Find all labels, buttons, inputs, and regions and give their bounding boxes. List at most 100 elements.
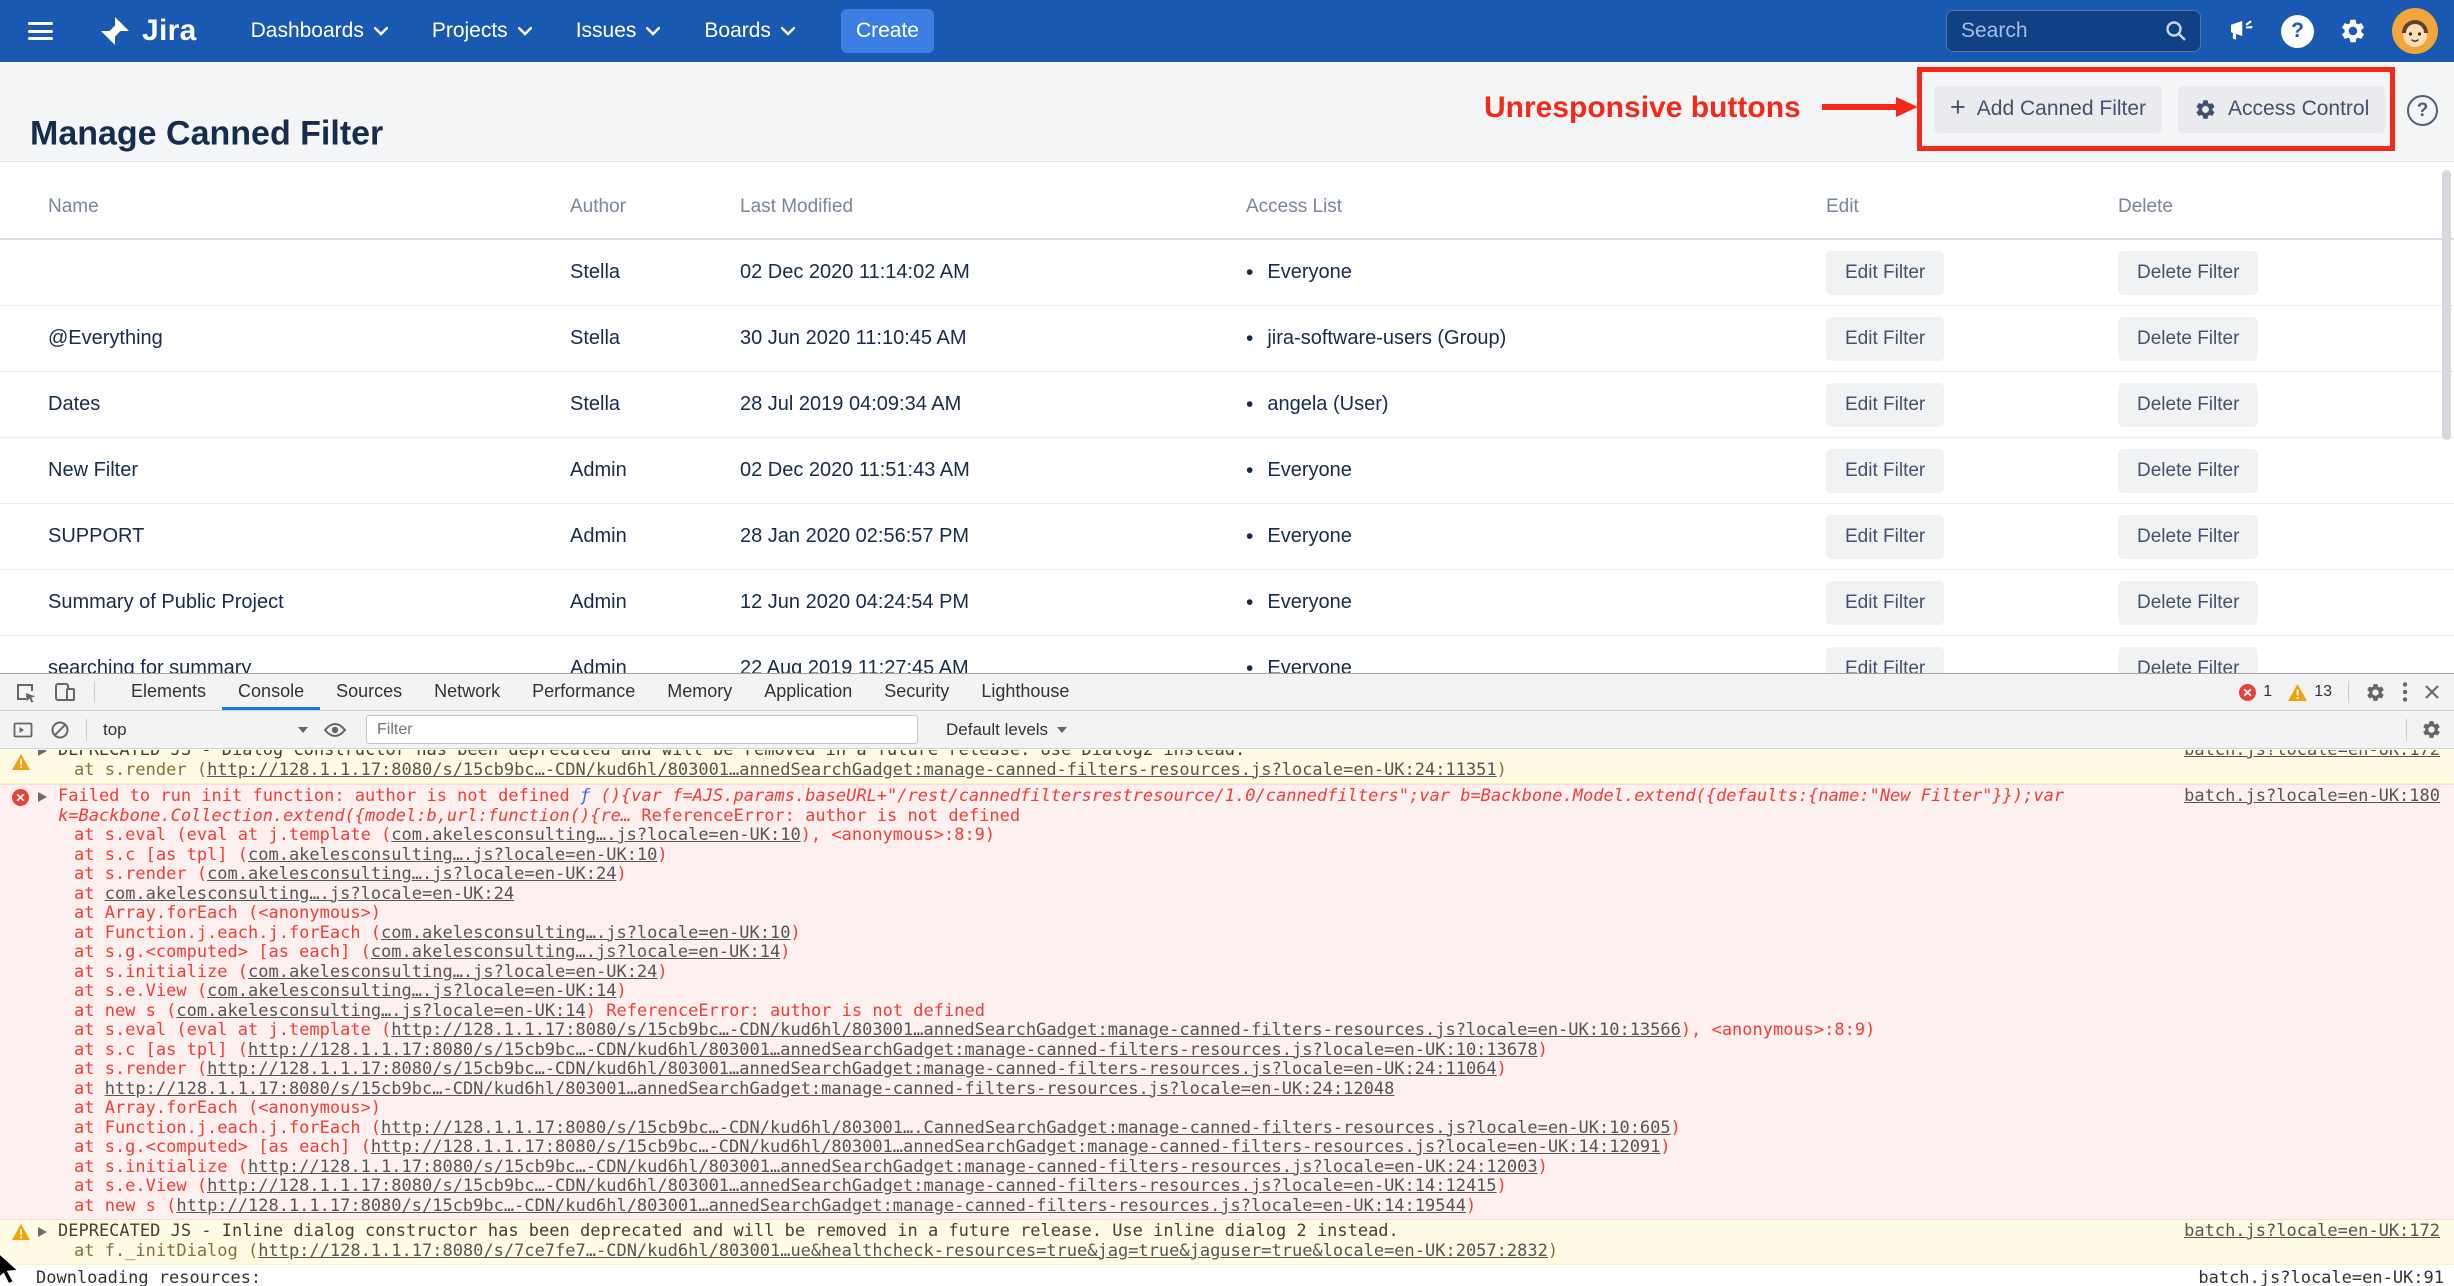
tab-lighthouse[interactable]: Lighthouse [965, 674, 1085, 710]
console-source-link[interactable]: http://128.1.1.17:8080/s/15cb9bc…-CDN/ku… [391, 1020, 1681, 1040]
hamburger-menu-icon[interactable] [28, 22, 53, 40]
bullet-icon: • [1246, 526, 1253, 547]
console-source-link[interactable]: http://128.1.1.17:8080/s/15cb9bc…-CDN/ku… [207, 1176, 1497, 1196]
console-filter-input[interactable] [366, 715, 918, 744]
tab-elements[interactable]: Elements [115, 674, 222, 710]
access-control-button[interactable]: Access Control [2178, 86, 2385, 133]
edit-filter-button[interactable]: Edit Filter [1826, 581, 1944, 625]
nav-menu-boards[interactable]: Boards [704, 19, 795, 43]
console-source-link[interactable]: http://128.1.1.17:8080/s/15cb9bc…-CDN/ku… [381, 1118, 1671, 1138]
console-source-link[interactable]: com.akelesconsulting….js?locale=en-UK:14 [371, 942, 780, 962]
expand-caret-icon[interactable] [38, 792, 47, 802]
edit-filter-button[interactable]: Edit Filter [1826, 515, 1944, 559]
edit-filter-button[interactable]: Edit Filter [1826, 251, 1944, 295]
jira-logo[interactable]: Jira [97, 13, 197, 49]
clear-console-icon[interactable] [50, 720, 70, 740]
warning-count-badge[interactable]: 13 [2288, 683, 2332, 701]
console-source-link[interactable]: com.akelesconsulting….js?locale=en-UK:14 [207, 981, 616, 1001]
edit-filter-button[interactable]: Edit Filter [1826, 647, 1944, 674]
bullet-icon: • [1246, 394, 1253, 415]
page-help-icon[interactable]: ? [2407, 95, 2438, 126]
expand-caret-icon[interactable] [38, 1227, 47, 1237]
table-row: @EverythingStella30 Jun 2020 11:10:45 AM… [0, 306, 2454, 372]
console-source-link[interactable]: http://128.1.1.17:8080/s/15cb9bc…-CDN/ku… [176, 1196, 1466, 1216]
console-settings-icon[interactable] [2421, 719, 2442, 740]
error-icon [2239, 684, 2256, 701]
page-scrollbar[interactable] [2442, 170, 2451, 440]
delete-filter-button[interactable]: Delete Filter [2118, 317, 2258, 361]
access-label: Everyone [1267, 657, 1352, 673]
inspect-element-icon[interactable] [14, 681, 36, 703]
console-source-link[interactable]: http://128.1.1.17:8080/s/15cb9bc…-CDN/ku… [207, 760, 1497, 780]
tab-console[interactable]: Console [222, 674, 320, 710]
console-text: ) [616, 864, 626, 884]
nav-menu-issues[interactable]: Issues [576, 19, 661, 43]
edit-filter-button[interactable]: Edit Filter [1826, 383, 1944, 427]
console-message-error: batch.js?locale=en-UK:180Failed to run i… [0, 784, 2454, 1220]
delete-filter-button[interactable]: Delete Filter [2118, 383, 2258, 427]
tab-security[interactable]: Security [868, 674, 965, 710]
error-count-badge[interactable]: 1 [2239, 683, 2272, 701]
search-box[interactable] [1946, 10, 2201, 52]
tab-sources[interactable]: Sources [320, 674, 418, 710]
avatar[interactable] [2392, 8, 2438, 54]
delete-filter-button[interactable]: Delete Filter [2118, 581, 2258, 625]
access-list-cell: •jira-software-users (Group) [1246, 327, 1826, 350]
console-text: at s.e.View ( [74, 981, 207, 1001]
gear-icon[interactable] [2339, 17, 2367, 45]
console-text: at s.initialize ( [74, 1157, 248, 1177]
delete-filter-button[interactable]: Delete Filter [2118, 647, 2258, 674]
console-source-link[interactable]: http://128.1.1.17:8080/s/15cb9bc…-CDN/ku… [371, 1137, 1661, 1157]
console-sidebar-icon[interactable] [12, 719, 34, 741]
console-source-link[interactable]: com.akelesconsulting….js?locale=en-UK:10 [381, 923, 790, 943]
console-source-link[interactable]: http://128.1.1.17:8080/s/7ce7fe7…-CDN/ku… [258, 1241, 1548, 1261]
nav-menu-dashboards[interactable]: Dashboards [251, 19, 388, 43]
delete-filter-button[interactable]: Delete Filter [2118, 251, 2258, 295]
tab-memory[interactable]: Memory [651, 674, 748, 710]
console-source-link[interactable]: com.akelesconsulting….js?locale=en-UK:24 [248, 962, 657, 982]
context-selector[interactable]: top [103, 720, 308, 740]
console-source-link[interactable]: http://128.1.1.17:8080/s/15cb9bc…-CDN/ku… [207, 1059, 1497, 1079]
devtools-settings-icon[interactable] [2365, 682, 2386, 703]
console-source-link[interactable]: com.akelesconsulting….js?locale=en-UK:24 [207, 864, 616, 884]
tab-network[interactable]: Network [418, 674, 516, 710]
delete-filter-button[interactable]: Delete Filter [2118, 515, 2258, 559]
access-label: Everyone [1267, 525, 1352, 548]
annotation-arrow-icon [1822, 95, 1918, 119]
tab-application[interactable]: Application [748, 674, 868, 710]
console-source-link[interactable]: http://128.1.1.17:8080/s/15cb9bc…-CDN/ku… [105, 1079, 1395, 1099]
console-text: ) [1538, 1157, 1548, 1177]
column-header: Delete [2118, 196, 2454, 218]
last-modified-cell: 02 Dec 2020 11:51:43 AM [740, 459, 1246, 482]
console-text: at Array.forEach (<anonymous>) [74, 1098, 381, 1118]
nav-menu-projects[interactable]: Projects [432, 19, 532, 43]
eye-icon[interactable] [324, 722, 346, 738]
close-icon[interactable] [2424, 684, 2440, 700]
table-row: searching for summaryAdmin22 Aug 2019 11… [0, 636, 2454, 673]
console-source-link[interactable]: com.akelesconsulting….js?locale=en-UK:24 [105, 884, 514, 904]
log-levels-dropdown[interactable]: Default levels [946, 720, 1067, 740]
expand-caret-icon[interactable] [38, 750, 47, 756]
device-toolbar-icon[interactable] [54, 681, 76, 703]
delete-filter-button[interactable]: Delete Filter [2118, 449, 2258, 493]
search-input[interactable] [1959, 18, 2164, 44]
bullet-icon: • [1246, 592, 1253, 613]
edit-filter-button[interactable]: Edit Filter [1826, 317, 1944, 361]
console-source-link[interactable]: http://128.1.1.17:8080/s/15cb9bc…-CDN/ku… [248, 1157, 1538, 1177]
edit-filter-button[interactable]: Edit Filter [1826, 449, 1944, 493]
jira-navbar: Jira Dashboards Projects Issues Boards Crea… [0, 0, 2454, 62]
console-source-link[interactable]: com.akelesconsulting….js?locale=en-UK:14 [176, 1001, 585, 1021]
access-list-cell: •angela (User) [1246, 393, 1826, 416]
console-source-link[interactable]: com.akelesconsulting….js?locale=en-UK:10 [391, 825, 800, 845]
access-list-cell: • Everyone [1246, 525, 1826, 548]
console-line: DEPRECATED JS - Inline dialog constructo… [0, 1222, 2446, 1242]
tab-performance[interactable]: Performance [516, 674, 651, 710]
kebab-menu-icon[interactable] [2402, 681, 2408, 703]
help-icon[interactable]: ? [2281, 15, 2314, 48]
megaphone-icon[interactable] [2226, 16, 2256, 46]
add-canned-filter-button[interactable]: + Add Canned Filter [1934, 86, 2162, 133]
console-source-link[interactable]: com.akelesconsulting….js?locale=en-UK:10 [248, 845, 657, 865]
table-row: DatesStella28 Jul 2019 04:09:34 AM•angel… [0, 372, 2454, 438]
console-source-link[interactable]: http://128.1.1.17:8080/s/15cb9bc…-CDN/ku… [248, 1040, 1538, 1060]
create-button[interactable]: Create [841, 9, 934, 53]
